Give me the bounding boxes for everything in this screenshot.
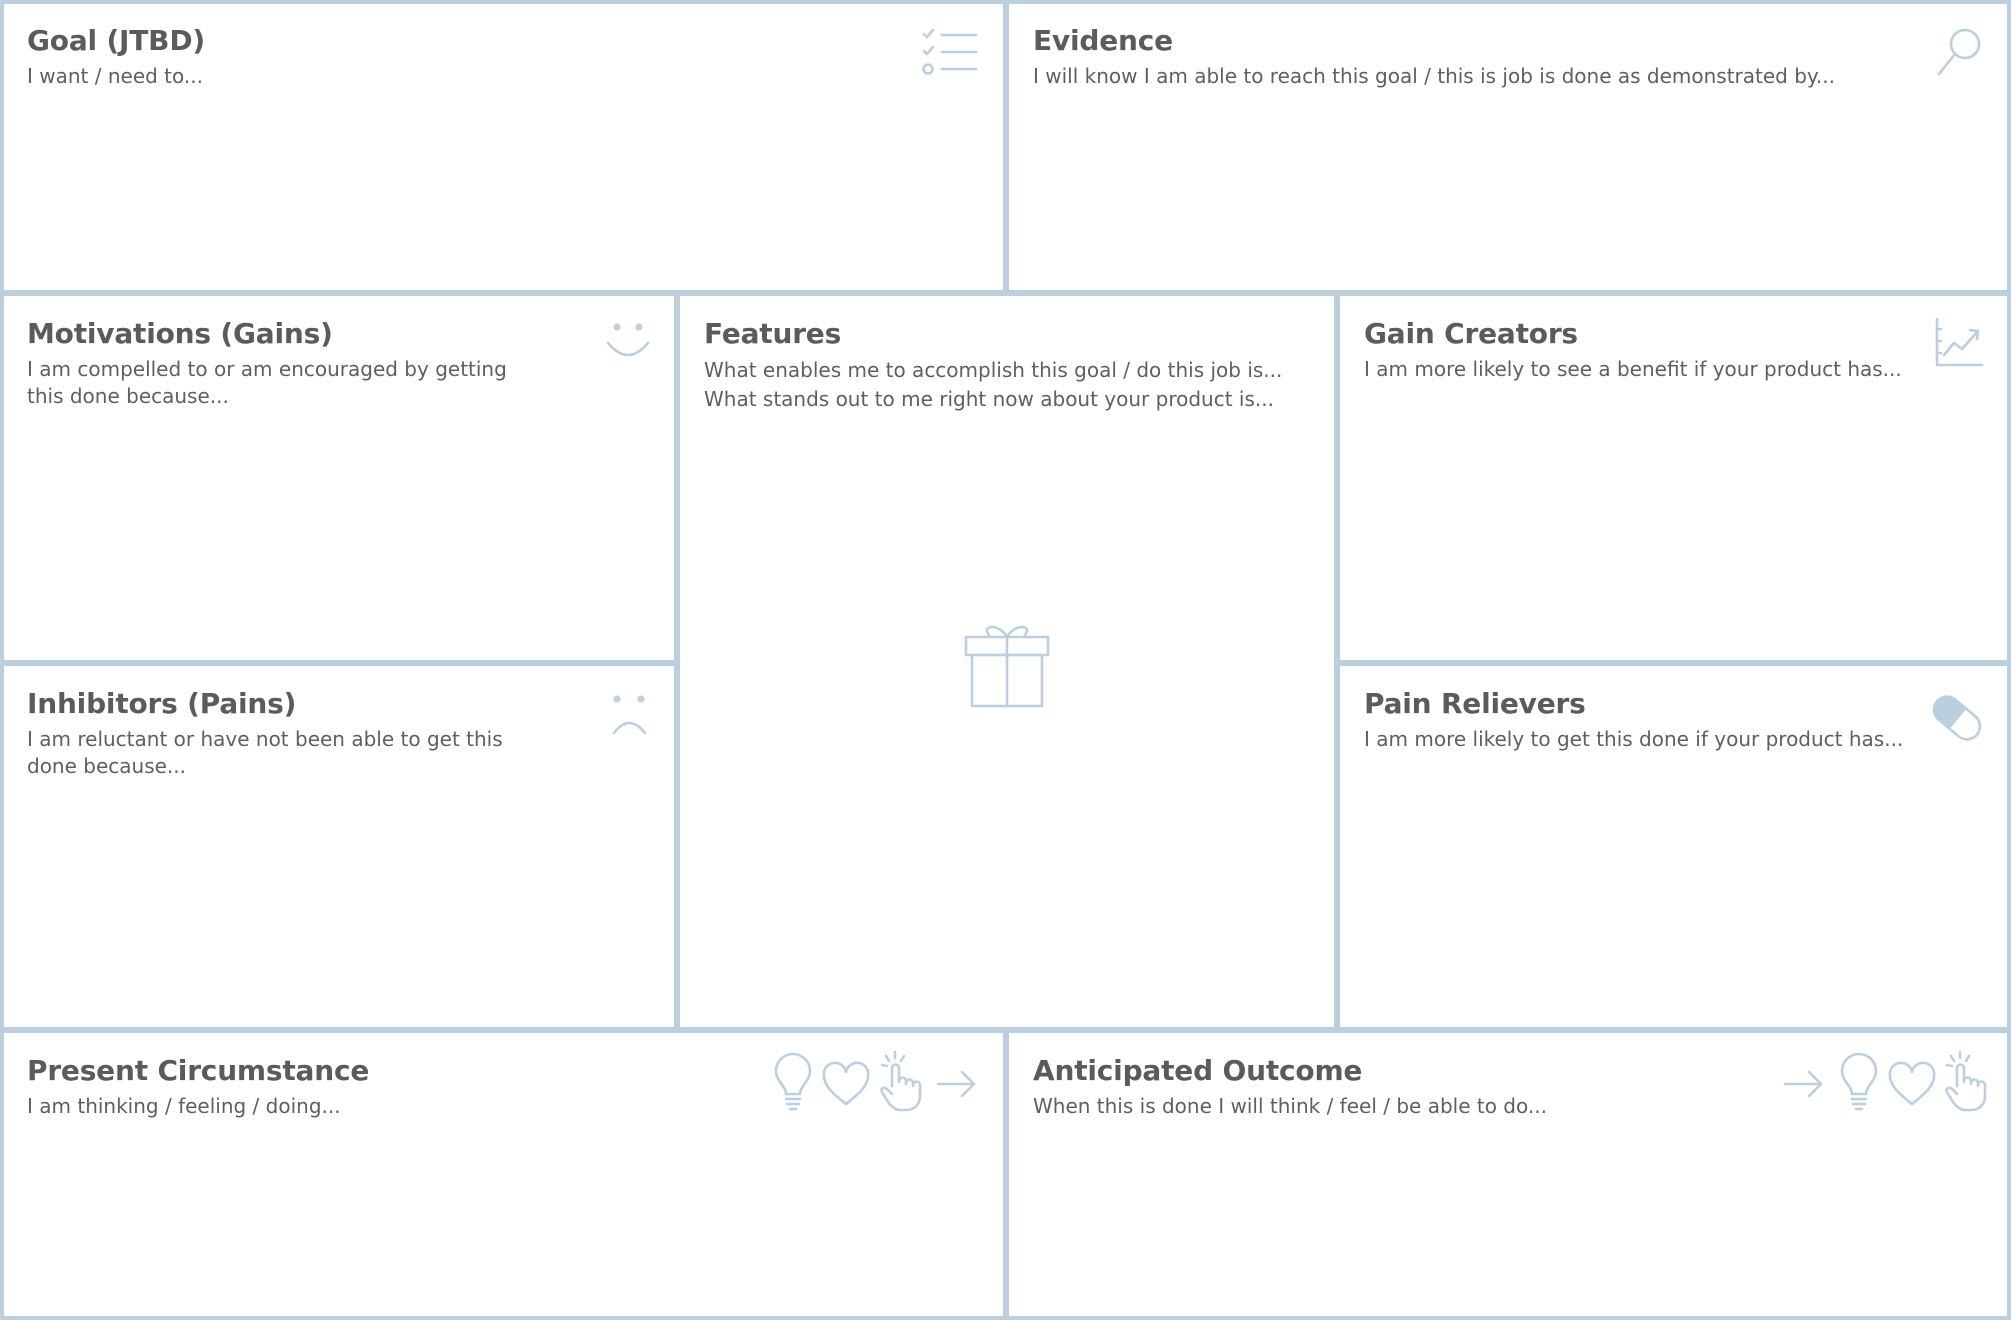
inhibitors-desc-line-2: done because... — [27, 754, 186, 778]
features-panel: Features What enables me to accomplish t… — [677, 293, 1337, 1030]
evidence-panel: Evidence I will know I am able to reach … — [1006, 0, 2011, 293]
evidence-description: I will know I am able to reach this goal… — [1033, 63, 1835, 90]
features-title: Features — [704, 317, 842, 350]
hand-pointer-icon — [1943, 1050, 1989, 1112]
arrow-right-icon — [936, 1068, 978, 1100]
pain-relievers-desc-line: I am more likely to get this done if you… — [1364, 727, 1904, 751]
motivations-title: Motivations (Gains) — [27, 317, 333, 350]
arrow-right-icon — [1783, 1068, 1825, 1100]
frown-icon — [611, 695, 649, 735]
anticipated-panel: Anticipated Outcome When this is done I … — [1006, 1030, 2011, 1320]
features-desc-line-2: What stands out to me right now about yo… — [704, 387, 1274, 411]
present-desc-line: I am thinking / feeling / doing... — [27, 1094, 341, 1118]
lightbulb-icon — [1840, 1052, 1878, 1112]
anticipated-description: When this is done I will think / feel / … — [1033, 1093, 1547, 1120]
heart-icon — [1888, 1061, 1936, 1107]
motivations-panel: Motivations (Gains) I am compelled to or… — [0, 293, 677, 663]
grid-divider-top-center — [1003, 0, 1009, 293]
heart-icon — [822, 1061, 870, 1107]
smile-icon — [606, 321, 652, 363]
inhibitors-panel: Inhibitors (Pains) I am reluctant or hav… — [0, 663, 677, 1030]
gain-creators-title: Gain Creators — [1364, 317, 1578, 350]
inhibitors-title: Inhibitors (Pains) — [27, 687, 297, 720]
magnifier-icon — [1935, 27, 1983, 77]
pain-relievers-title: Pain Relievers — [1364, 687, 1586, 720]
gift-icon — [963, 621, 1051, 709]
grid-divider-right-middle — [1337, 660, 2011, 666]
pain-relievers-panel: Pain Relievers I am more likely to get t… — [1337, 663, 2011, 1030]
inhibitors-description: I am reluctant or have not been able to … — [27, 726, 503, 780]
pill-icon — [1930, 691, 1984, 745]
goal-description: I want / need to... — [27, 63, 203, 90]
gain-creators-description: I am more likely to see a benefit if you… — [1364, 356, 1902, 383]
motivations-desc-line-1: I am compelled to or am encouraged by ge… — [27, 357, 507, 381]
motivations-description: I am compelled to or am encouraged by ge… — [27, 356, 507, 410]
growth-chart-icon — [1934, 317, 1984, 369]
features-description: What enables me to accomplish this goal … — [704, 356, 1282, 414]
hand-pointer-icon — [878, 1050, 924, 1112]
gain-creators-desc-line: I am more likely to see a benefit if you… — [1364, 357, 1902, 381]
grid-divider-left-middle — [0, 660, 677, 666]
checklist-icon — [920, 27, 978, 77]
grid-divider-bottom-center — [1003, 1030, 1009, 1320]
motivations-desc-line-2: this done because... — [27, 384, 229, 408]
inhibitors-desc-line-1: I am reluctant or have not been able to … — [27, 727, 503, 751]
present-panel: Present Circumstance I am thinking / fee… — [0, 1030, 1006, 1320]
anticipated-desc-line: When this is done I will think / feel / … — [1033, 1094, 1547, 1118]
goal-panel: Goal (JTBD) I want / need to... — [0, 0, 1006, 293]
goal-desc-line: I want / need to... — [27, 64, 203, 88]
pain-relievers-description: I am more likely to get this done if you… — [1364, 726, 1903, 753]
features-desc-line-1: What enables me to accomplish this goal … — [704, 358, 1283, 382]
evidence-desc-line: I will know I am able to reach this goal… — [1033, 64, 1835, 88]
evidence-title: Evidence — [1033, 24, 1173, 57]
gain-creators-panel: Gain Creators I am more likely to see a … — [1337, 293, 2011, 663]
lightbulb-icon — [774, 1052, 812, 1112]
goal-title: Goal (JTBD) — [27, 24, 205, 57]
present-title: Present Circumstance — [27, 1054, 370, 1087]
present-description: I am thinking / feeling / doing... — [27, 1093, 341, 1120]
anticipated-title: Anticipated Outcome — [1033, 1054, 1363, 1087]
